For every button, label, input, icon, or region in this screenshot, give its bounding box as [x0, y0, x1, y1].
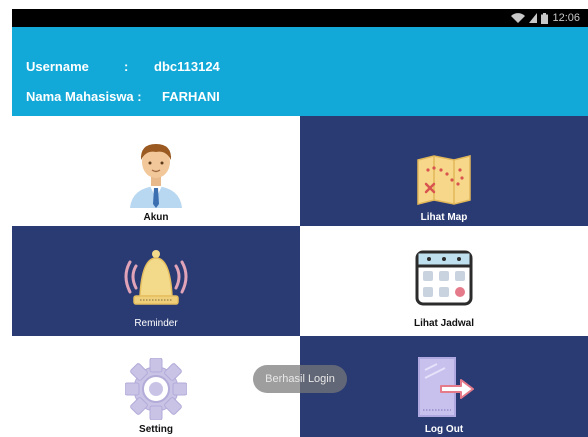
logout-door-icon — [418, 357, 474, 417]
view-map-button[interactable]: Lihat Map — [300, 116, 588, 226]
signal-icon — [529, 13, 538, 23]
treasure-map-icon — [417, 155, 471, 205]
view-schedule-label: Lihat Jadwal — [413, 318, 474, 329]
reminder-button[interactable]: Reminder — [12, 226, 300, 336]
calendar-icon — [415, 250, 473, 306]
status-time: 12:06 — [552, 12, 580, 24]
account-button[interactable]: Akun — [12, 116, 300, 226]
user-avatar-icon — [130, 144, 182, 208]
student-name-row: Nama Mahasiswa : FARHANI — [26, 89, 220, 104]
toast-message: Berhasil Login — [253, 365, 347, 393]
wifi-icon — [511, 13, 526, 23]
student-name-label: Nama Mahasiswa : — [26, 89, 142, 104]
username-row: Username : dbc113124 — [26, 59, 220, 74]
setting-label: Setting — [139, 424, 173, 435]
gear-icon — [125, 358, 187, 420]
reminder-label: Reminder — [134, 318, 178, 329]
account-label: Akun — [143, 212, 169, 223]
username-separator: : — [124, 59, 129, 74]
battery-icon — [541, 12, 549, 24]
bell-icon — [124, 250, 188, 305]
user-info-header: Username : dbc113124 Nama Mahasiswa : FA… — [12, 27, 588, 124]
app-screen: 12:06 Username : dbc113124 Nama Mahasisw… — [12, 9, 588, 437]
status-bar: 12:06 — [12, 9, 588, 27]
view-schedule-button[interactable]: Lihat Jadwal — [300, 226, 588, 336]
view-map-label: Lihat Map — [420, 212, 468, 223]
logout-label: Log Out — [424, 424, 464, 435]
student-name-value: FARHANI — [162, 89, 220, 104]
username-value: dbc113124 — [154, 59, 220, 74]
